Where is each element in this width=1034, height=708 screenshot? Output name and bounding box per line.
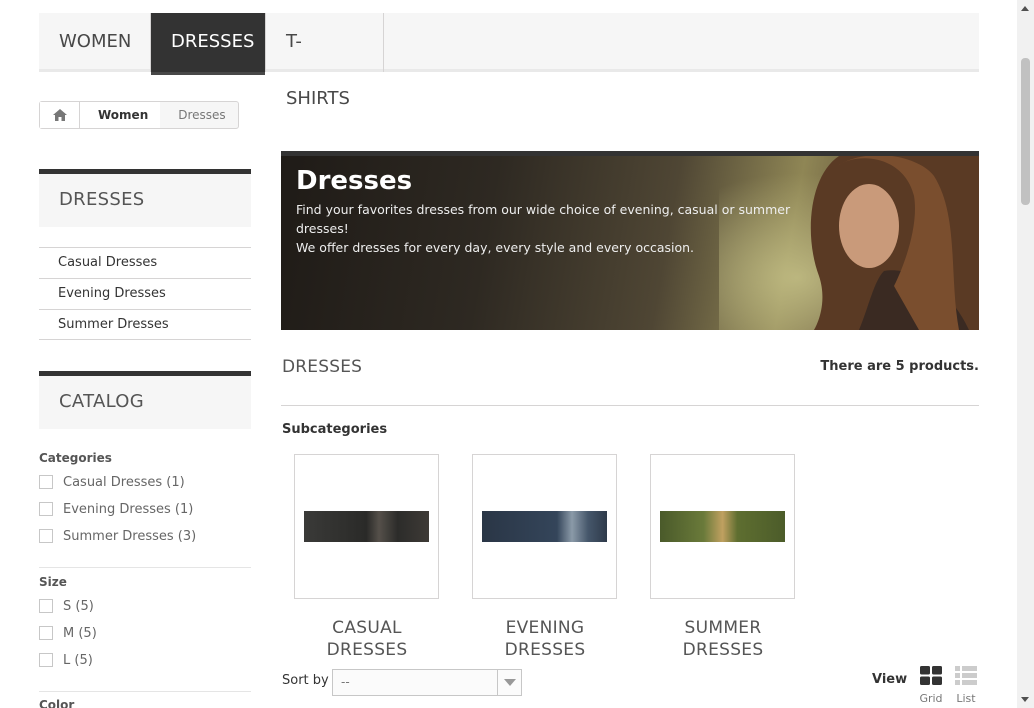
product-count: There are 5 products.: [820, 359, 979, 374]
breadcrumb-current: Dresses: [160, 102, 237, 128]
subcategory-name-line: DRESSES: [682, 640, 764, 660]
banner-description: Find your favorites dresses from our wid…: [296, 200, 816, 257]
subcategories-title: Subcategories: [282, 422, 388, 437]
category-block-title-text: DRESSES: [59, 189, 145, 210]
checkbox[interactable]: [39, 502, 53, 516]
view-list-label: List: [956, 692, 976, 705]
subcategory-name-line: DRESSES: [326, 640, 408, 660]
catalog-block-title-text: CATALOG: [59, 391, 144, 412]
subcategory-name-line: EVENING: [505, 618, 585, 638]
filter-size-s[interactable]: S (5): [39, 597, 94, 615]
checkbox[interactable]: [39, 599, 53, 613]
tab-women-label: WOMEN: [59, 31, 132, 52]
breadcrumb-women-label: Women: [98, 108, 149, 122]
checkbox[interactable]: [39, 626, 53, 640]
scrollbar-thumb[interactable]: [1021, 58, 1030, 205]
breadcrumb-current-label: Dresses: [178, 108, 226, 122]
subcategory-list: Casual Dresses Evening Dresses Summer Dr…: [39, 247, 251, 340]
breadcrumb-home[interactable]: [40, 102, 80, 128]
casual-dresses-thumbnail: [304, 511, 429, 542]
subcategory-name-line: CASUAL: [332, 618, 402, 638]
filter-summer-dresses[interactable]: Summer Dresses (3): [39, 527, 196, 545]
tab-women[interactable]: WOMEN: [39, 13, 151, 72]
list-icon: [955, 666, 977, 685]
subcategory-summer-link[interactable]: SUMMER DRESSES: [634, 617, 812, 661]
subcategory-name-line: SUMMER: [684, 618, 762, 638]
sidebar-item-casual-dresses[interactable]: Casual Dresses: [39, 247, 251, 278]
view-grid-label: Grid: [919, 692, 943, 705]
sidebar-item-summer-dresses[interactable]: Summer Dresses: [39, 309, 251, 340]
divider: [281, 405, 979, 406]
banner-line-1: Find your favorites dresses from our wid…: [296, 202, 791, 236]
filter-size-m[interactable]: M (5): [39, 624, 97, 642]
evening-dresses-thumbnail: [482, 511, 607, 542]
filter-categories-label: Categories: [39, 451, 112, 465]
filter-option-label: Summer Dresses (3): [63, 528, 197, 544]
checkbox[interactable]: [39, 653, 53, 667]
scroll-up-arrow-icon[interactable]: [1021, 6, 1029, 11]
chevron-down-icon: [497, 670, 521, 695]
sort-label: Sort by: [282, 673, 329, 688]
filter-option-label: Evening Dresses (1): [63, 501, 194, 517]
checkbox[interactable]: [39, 475, 53, 489]
sort-select-value: --: [341, 675, 350, 689]
filter-casual-dresses[interactable]: Casual Dresses (1): [39, 473, 185, 491]
banner-title: Dresses: [296, 166, 413, 196]
filter-color-label: Color: [39, 698, 75, 708]
grid-icon: [920, 666, 942, 685]
checkbox[interactable]: [39, 529, 53, 543]
divider: [39, 691, 251, 692]
filter-evening-dresses[interactable]: Evening Dresses (1): [39, 500, 193, 518]
sidebar-item-evening-dresses[interactable]: Evening Dresses: [39, 278, 251, 309]
subcategory-evening-image[interactable]: [472, 454, 617, 599]
category-banner: Dresses Find your favorites dresses from…: [281, 151, 979, 330]
top-menu: WOMEN DRESSES T-SHIRTS: [39, 13, 979, 109]
breadcrumb-women[interactable]: Women: [80, 102, 161, 128]
filter-option-label: S (5): [63, 598, 94, 614]
tab-dresses[interactable]: DRESSES: [151, 13, 266, 75]
catalog-block-title: CATALOG: [39, 371, 251, 429]
filter-option-label: M (5): [63, 625, 97, 641]
category-block-title: DRESSES: [39, 169, 251, 227]
tab-tshirts-label: T-SHIRTS: [286, 31, 350, 109]
filter-option-label: Casual Dresses (1): [63, 474, 185, 490]
view-list-button[interactable]: List: [953, 665, 979, 705]
subcategory-summer-image[interactable]: [650, 454, 795, 599]
sort-select[interactable]: --: [332, 669, 522, 696]
scroll-down-arrow-icon[interactable]: [1021, 697, 1029, 702]
subcategory-casual-image[interactable]: [294, 454, 439, 599]
divider: [39, 567, 251, 568]
vertical-scrollbar[interactable]: [1017, 0, 1034, 708]
filter-size-label: Size: [39, 575, 67, 589]
view-label: View: [872, 672, 908, 687]
filter-option-label: L (5): [63, 652, 93, 668]
home-icon: [52, 109, 67, 121]
breadcrumb: Women Dresses: [39, 101, 239, 129]
summer-dresses-thumbnail: [660, 511, 785, 542]
subcategory-evening-link[interactable]: EVENING DRESSES: [456, 617, 634, 661]
subcategory-name-line: DRESSES: [504, 640, 586, 660]
tab-tshirts[interactable]: T-SHIRTS: [266, 13, 384, 109]
banner-line-2: We offer dresses for every day, every st…: [296, 240, 695, 255]
category-heading: DRESSES: [282, 357, 363, 377]
filter-size-l[interactable]: L (5): [39, 651, 93, 669]
subcategory-casual-link[interactable]: CASUAL DRESSES: [278, 617, 456, 661]
tab-dresses-label: DRESSES: [171, 31, 255, 52]
view-grid-button[interactable]: Grid: [918, 665, 944, 705]
